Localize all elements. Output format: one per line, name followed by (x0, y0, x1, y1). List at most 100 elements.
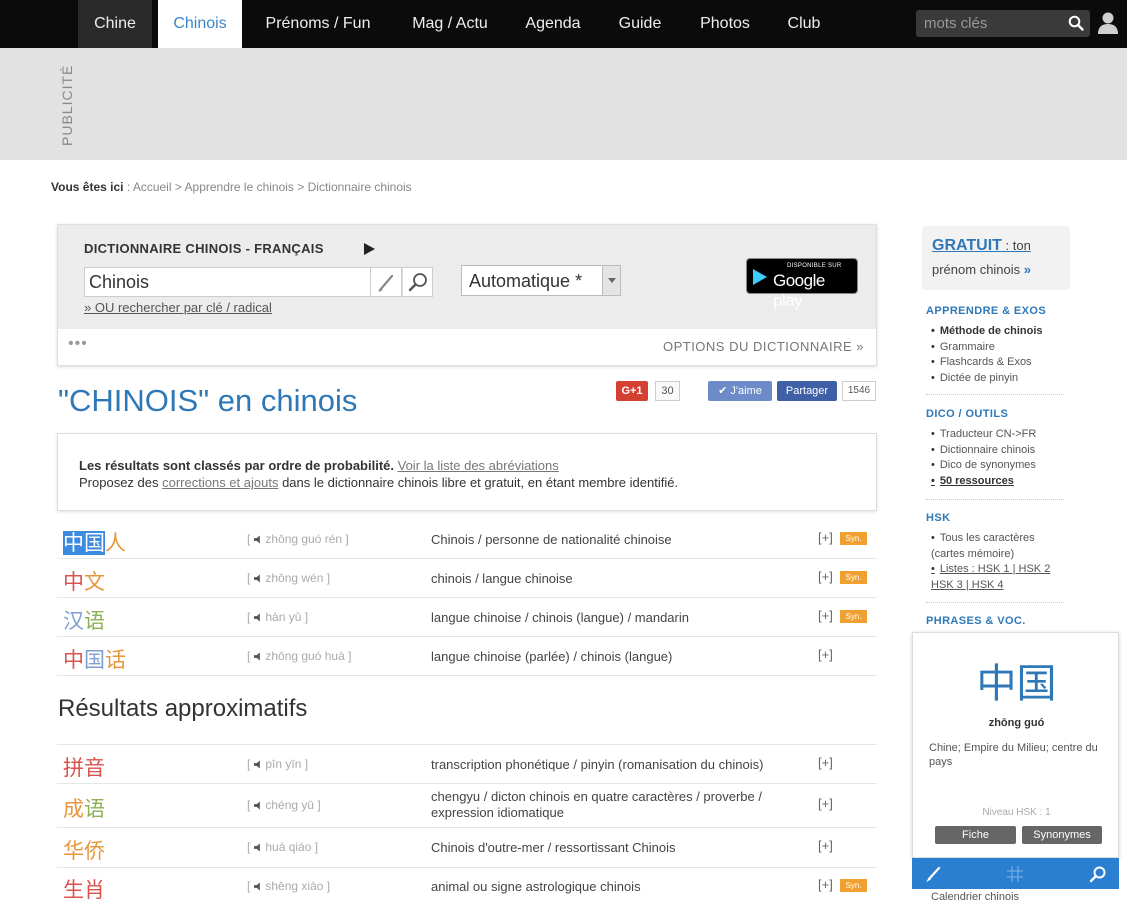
sidebar-item-dictionnaire[interactable]: Dictionnaire chinois (931, 443, 1036, 459)
tab-club[interactable]: Club (776, 0, 832, 48)
synonyms-badge[interactable]: Syn. (840, 610, 867, 623)
language-mode-select[interactable]: Automatique * (461, 265, 621, 296)
tab-chine[interactable]: Chine (78, 0, 152, 48)
sidebar-item-flashcards[interactable]: Flashcards & Exos (931, 355, 1043, 371)
result-pinyin[interactable]: [zhōng guó huà ] (247, 649, 351, 663)
result-pinyin[interactable]: [hàn yǔ ] (247, 610, 308, 624)
promo-gratuit[interactable]: GRATUIT (932, 237, 1002, 254)
dictionary-panel: DICTIONNAIRE CHINOIS - FRANÇAIS » OU rec… (57, 224, 877, 366)
breadcrumb-dictionnaire[interactable]: Dictionnaire chinois (308, 180, 412, 194)
synonyms-badge[interactable]: Syn. (840, 879, 867, 892)
result-row[interactable]: 中国话 [zhōng guó huà ] langue chinoise (pa… (57, 637, 877, 676)
radical-search-link[interactable]: » OU rechercher par clé / radical (84, 300, 272, 315)
result-pinyin[interactable]: [zhōng guó rén ] (247, 532, 349, 546)
facebook-like-button[interactable]: ✔ J'aime (708, 381, 772, 401)
dictionary-options-link[interactable]: OPTIONS DU DICTIONNAIRE » (663, 339, 864, 354)
expand-button[interactable]: [+] (818, 569, 833, 584)
result-hanzi[interactable]: 拼音 (63, 752, 105, 782)
breadcrumb-apprendre[interactable]: Apprendre le chinois (185, 180, 294, 194)
sidebar-item-calendrier[interactable]: Calendrier chinois (931, 891, 1019, 900)
sidebar-item-hsk-lists[interactable]: Listes : HSK 1 | HSK 2 HSK 3 | HSK 4 (931, 562, 1066, 593)
sidebar-item-synonymes[interactable]: Dico de synonymes (931, 458, 1036, 474)
tab-mag-actu[interactable]: Mag / Actu (398, 0, 502, 48)
synonymes-button[interactable]: Synonymes (1022, 826, 1102, 844)
sidebar-heading-apprendre[interactable]: APPRENDRE & EXOS (926, 305, 1046, 317)
google-plus-button[interactable]: G+1 (616, 381, 648, 401)
tab-agenda[interactable]: Agenda (516, 0, 590, 48)
tab-prenoms-fun[interactable]: Prénoms / Fun (254, 0, 382, 48)
facebook-share-button[interactable]: Partager (777, 381, 837, 401)
sidebar-heading-hsk[interactable]: HSK (926, 512, 950, 524)
tab-photos[interactable]: Photos (690, 0, 760, 48)
info-text-a: Proposez des (79, 475, 163, 490)
pinyin-text: chéng yǔ (265, 798, 315, 812)
user-icon[interactable] (1097, 11, 1119, 35)
sidebar-item-ressources[interactable]: 50 ressources (931, 474, 1036, 490)
result-pinyin[interactable]: [chéng yǔ ] (247, 798, 321, 812)
sidebar-heading-dico[interactable]: DICO / OUTILS (926, 408, 1008, 420)
result-row[interactable]: 拼音 [pīn yīn ] transcription phonétique /… (57, 744, 877, 784)
play-icon[interactable] (364, 243, 375, 255)
result-pinyin[interactable]: [shēng xiào ] (247, 879, 330, 893)
result-row[interactable]: 华侨 [huá qiáo ] Chinois d'outre-mer / res… (57, 828, 877, 868)
search-icon[interactable] (1089, 865, 1107, 883)
word-preview-card: 中国 zhōng guó Chine; Empire du Milieu; ce… (912, 632, 1119, 858)
breadcrumb-accueil[interactable]: Accueil (133, 180, 172, 194)
result-row[interactable]: 中文 [zhōng wén ] chinois / langue chinois… (57, 559, 877, 598)
result-hanzi[interactable]: 中国话 (63, 644, 126, 674)
hanzi-char: 侨 (84, 839, 105, 863)
hanzi-char: 拼 (63, 756, 84, 780)
corrections-link[interactable]: corrections et ajouts (162, 475, 278, 490)
expand-button[interactable]: [+] (818, 647, 833, 662)
hanzi-char: 语 (84, 797, 105, 821)
dictionary-search-input[interactable] (85, 268, 370, 296)
fiche-button[interactable]: Fiche (935, 826, 1016, 844)
result-row[interactable]: 成语 [chéng yǔ ] chengyu / dicton chinois … (57, 784, 877, 828)
hanzi-char: 人 (105, 531, 126, 555)
result-hanzi[interactable]: 汉语 (63, 605, 105, 635)
result-hanzi[interactable]: 中国人 (63, 527, 126, 557)
sidebar-item-methode[interactable]: Méthode de chinois (931, 324, 1043, 340)
synonyms-badge[interactable]: Syn. (840, 571, 867, 584)
brush-icon[interactable] (924, 865, 942, 883)
search-icon[interactable] (1068, 15, 1084, 31)
expand-button[interactable]: [+] (818, 530, 833, 545)
expand-button[interactable]: [+] (818, 755, 833, 770)
synonyms-badge[interactable]: Syn. (840, 532, 867, 545)
grid-icon[interactable] (1006, 865, 1024, 883)
free-chinese-name-promo[interactable]: GRATUIT : ton prénom chinois » (922, 226, 1070, 290)
tab-chinois[interactable]: Chinois (158, 0, 242, 48)
sidebar-item-caracteres[interactable]: Tous les caractères (cartes mémoire) (931, 531, 1066, 562)
result-pinyin[interactable]: [huá qiáo ] (247, 840, 318, 854)
result-hanzi[interactable]: 中文 (63, 566, 105, 596)
brush-icon (378, 274, 394, 292)
abbreviations-link[interactable]: Voir la liste des abréviations (398, 458, 559, 473)
result-row[interactable]: 生肖 [shēng xiào ] animal ou signe astrolo… (57, 868, 877, 900)
result-hanzi[interactable]: 华侨 (63, 835, 105, 865)
hanzi-char: 音 (84, 756, 105, 780)
result-row[interactable]: 中国人 [zhōng guó rén ] Chinois / personne … (57, 519, 877, 559)
handwriting-button[interactable] (371, 267, 402, 297)
expand-button[interactable]: [+] (818, 877, 833, 892)
card-hsk-level: Niveau HSK : 1 (982, 807, 1051, 818)
result-hanzi[interactable]: 成语 (63, 793, 105, 823)
result-pinyin[interactable]: [pīn yīn ] (247, 757, 308, 771)
result-hanzi[interactable]: 生肖 (63, 874, 105, 900)
result-translation: langue chinoise / chinois (langue) / man… (431, 610, 689, 625)
sidebar-item-traducteur[interactable]: Traducteur CN->FR (931, 427, 1036, 443)
sidebar-item-grammaire[interactable]: Grammaire (931, 340, 1043, 356)
sidebar-heading-phrases[interactable]: PHRASES & VOC. (926, 615, 1026, 627)
dictionary-search-button[interactable] (402, 267, 433, 297)
expand-button[interactable]: [+] (818, 796, 833, 811)
sidebar-item-dictee[interactable]: Dictée de pinyin (931, 371, 1043, 387)
expand-button[interactable]: [+] (818, 608, 833, 623)
more-options-button[interactable]: ••• (68, 335, 88, 353)
speaker-icon (254, 652, 261, 661)
search-input[interactable] (924, 13, 1064, 34)
expand-button[interactable]: [+] (818, 838, 833, 853)
result-row[interactable]: 汉语 [hàn yǔ ] langue chinoise / chinois (… (57, 598, 877, 637)
tab-guide[interactable]: Guide (606, 0, 674, 48)
google-play-badge[interactable]: DISPONIBLE SUR Google play (746, 258, 858, 310)
result-translation: langue chinoise (parlée) / chinois (lang… (431, 649, 673, 664)
result-pinyin[interactable]: [zhōng wén ] (247, 571, 330, 585)
